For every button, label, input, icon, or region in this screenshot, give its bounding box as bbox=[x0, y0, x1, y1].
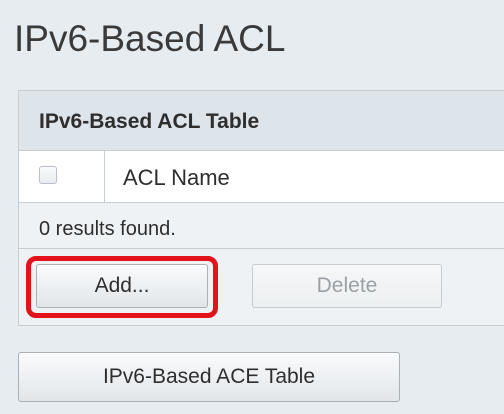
select-all-checkbox[interactable] bbox=[39, 166, 57, 184]
page-title: IPv6-Based ACL bbox=[14, 18, 286, 59]
table-column-header-row: ACL Name bbox=[19, 151, 504, 203]
delete-button: Delete bbox=[252, 264, 442, 308]
acl-table-title: IPv6-Based ACL Table bbox=[39, 110, 260, 133]
results-count-text: 0 results found. bbox=[39, 218, 176, 240]
column-header-acl-name[interactable]: ACL Name bbox=[123, 165, 230, 191]
acl-table-header: IPv6-Based ACL Table bbox=[19, 91, 504, 151]
ace-table-button[interactable]: IPv6-Based ACE Table bbox=[18, 352, 400, 402]
select-all-cell bbox=[19, 151, 105, 202]
add-button[interactable]: Add... bbox=[36, 264, 208, 308]
results-row: 0 results found. bbox=[19, 203, 504, 249]
